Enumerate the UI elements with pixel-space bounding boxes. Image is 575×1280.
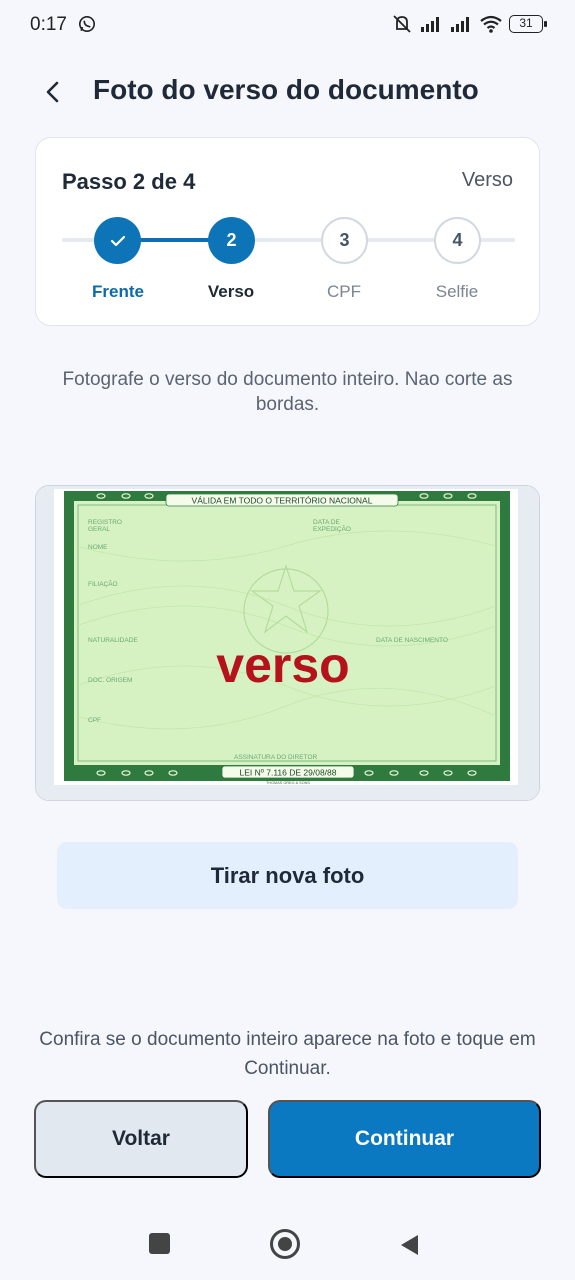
- back-button[interactable]: [32, 72, 72, 112]
- wifi-icon: [480, 15, 502, 33]
- mute-icon: [393, 15, 411, 33]
- doc-field-filiacao: FILIAÇÃO: [88, 579, 118, 588]
- confirm-text: Confira se o documento inteiro aparece n…: [39, 1029, 536, 1079]
- step-4-label: Selfie: [435, 282, 479, 301]
- step-4-node: 4: [434, 217, 481, 264]
- doc-signature-label: ASSINATURA DO DIRETOR: [234, 754, 317, 761]
- step-1-label: Frente: [92, 282, 144, 301]
- doc-field-naturalidade: NATURALIDADE: [88, 637, 138, 644]
- step-1-node: [94, 217, 141, 264]
- doc-field-cpf: CPF: [88, 717, 101, 724]
- signal-icon-2: [451, 17, 469, 32]
- check-icon: [110, 235, 125, 246]
- step-2-label: Verso: [207, 282, 255, 301]
- signal-icon: [421, 17, 439, 32]
- doc-field-nascimento: DATA DE NASCIMENTO: [376, 637, 448, 644]
- doc-watermark: verso: [216, 637, 349, 693]
- home-icon[interactable]: [270, 1229, 300, 1259]
- continue-button[interactable]: Continuar: [268, 1100, 541, 1178]
- step-current-label: Verso: [461, 169, 513, 191]
- retake-photo-button[interactable]: Tirar nova foto: [57, 842, 518, 909]
- system-nav-bar: [0, 1210, 575, 1280]
- step-3-node: 3: [321, 217, 368, 264]
- step-3-label: CPF: [327, 282, 361, 301]
- recents-icon[interactable]: [149, 1233, 170, 1254]
- doc-field-expedicao-2: EXPEDIÇÃO: [313, 524, 351, 533]
- doc-law: LEI Nº 7.116 DE 29/08/88: [240, 768, 337, 778]
- chevron-left-icon: [46, 81, 59, 103]
- back-triangle-icon[interactable]: [398, 1233, 420, 1257]
- whatsapp-icon: [78, 15, 96, 33]
- document-photo: VÁLIDA EM TODO O TERRITÓRIO NACIONAL REG…: [35, 485, 540, 801]
- doc-field-nome: NOME: [88, 544, 108, 551]
- step-counter: Passo 2 de 4: [62, 169, 196, 194]
- stepper-card: Passo 2 de 4 Verso 2 3 4 Frente Verso CP…: [35, 137, 540, 326]
- battery-icon: 31: [509, 15, 547, 33]
- doc-field-registro-2: GERAL: [88, 526, 110, 533]
- doc-field-registro-1: REGISTRO: [88, 519, 122, 526]
- back-action-button[interactable]: Voltar: [34, 1100, 248, 1178]
- status-time: 0:17: [30, 14, 67, 35]
- doc-top-banner: VÁLIDA EM TODO O TERRITÓRIO NACIONAL: [192, 496, 373, 506]
- page-title: Foto do verso do documento: [93, 74, 479, 105]
- doc-field-origem: DOC. ORIGEM: [88, 677, 132, 684]
- doc-printer: THOMAS GREG & SONS: [266, 781, 310, 785]
- doc-field-expedicao-1: DATA DE: [313, 519, 341, 526]
- instruction-text: Fotografe o verso do documento inteiro. …: [62, 369, 513, 415]
- step-2-node: 2: [208, 217, 255, 264]
- header: Foto do verso do documento: [0, 62, 575, 122]
- status-bar: 0:17 31: [0, 0, 575, 52]
